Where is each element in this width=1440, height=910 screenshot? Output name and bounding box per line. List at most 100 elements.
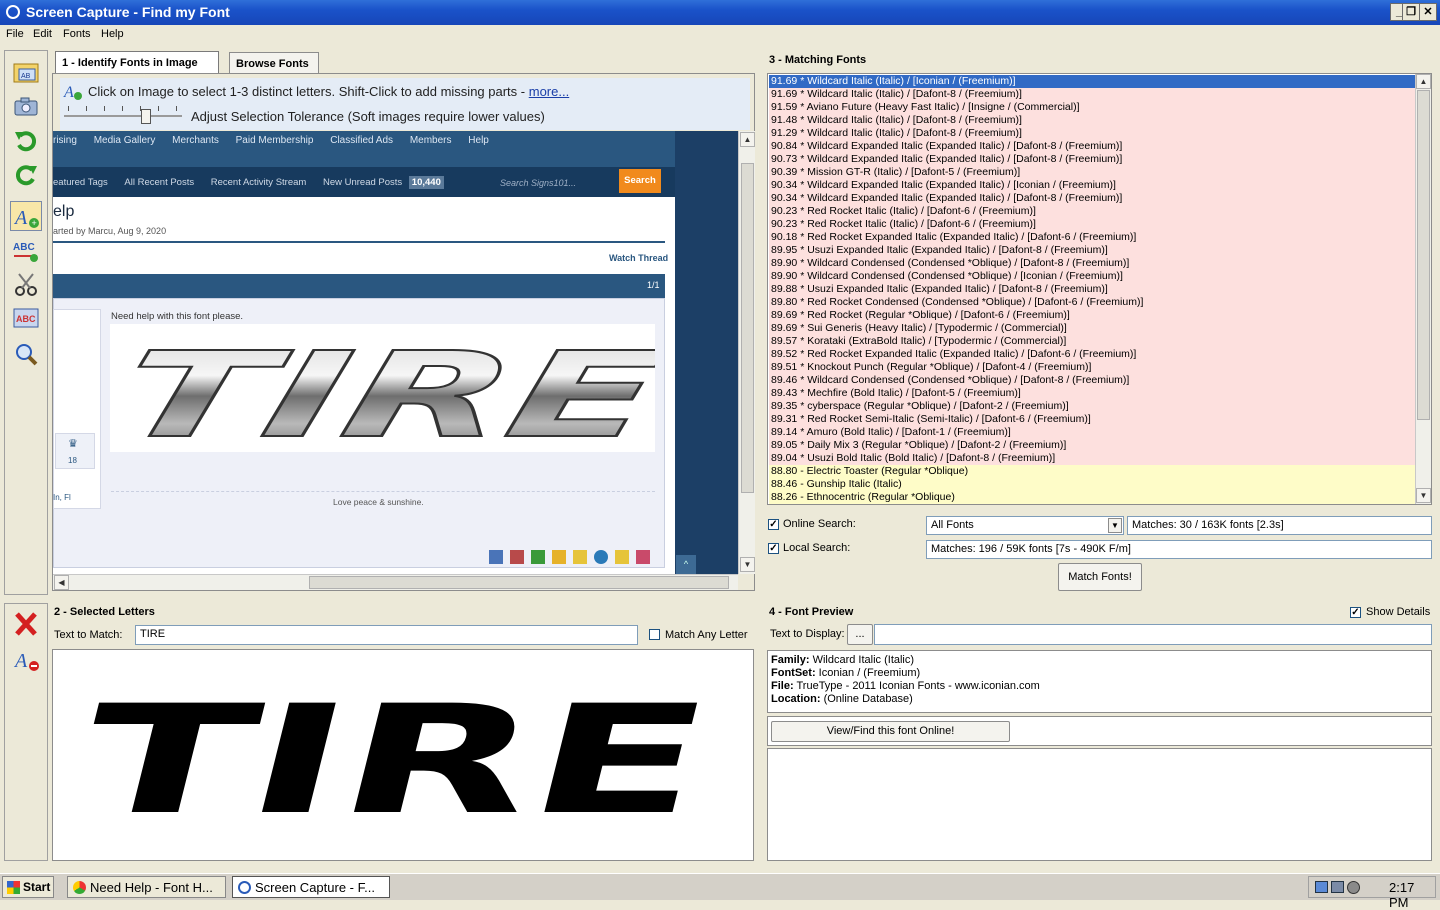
font-match-row[interactable]: 91.59 * Aviano Future (Heavy Fast Italic… bbox=[769, 101, 1415, 114]
font-match-row[interactable]: 90.18 * Red Rocket Expanded Italic (Expa… bbox=[769, 231, 1415, 244]
open-image-icon[interactable]: AB bbox=[10, 57, 42, 87]
font-match-row[interactable]: 89.90 * Wildcard Condensed (Condensed *O… bbox=[769, 257, 1415, 270]
zoom-icon[interactable] bbox=[10, 339, 42, 369]
more-link[interactable]: more... bbox=[529, 84, 569, 99]
delete-icon[interactable] bbox=[10, 609, 42, 639]
text-to-display-ellipsis-button[interactable]: ... bbox=[847, 624, 873, 645]
font-match-row[interactable]: 89.69 * Red Rocket (Regular *Oblique) / … bbox=[769, 309, 1415, 322]
font-match-row[interactable]: 89.46 * Wildcard Condensed (Condensed *O… bbox=[769, 374, 1415, 387]
captured-watch-thread: Watch Thread bbox=[609, 253, 669, 263]
tab-browse-fonts[interactable]: Browse Fonts bbox=[229, 52, 319, 74]
font-match-row[interactable]: 90.34 * Wildcard Expanded Italic (Expand… bbox=[769, 179, 1415, 192]
camera-icon[interactable] bbox=[10, 91, 42, 121]
match-any-letter-checkbox[interactable] bbox=[649, 629, 660, 640]
font-match-row[interactable]: 89.05 * Daily Mix 3 (Regular *Oblique) /… bbox=[769, 439, 1415, 452]
restore-button[interactable]: ❐ bbox=[1402, 3, 1420, 21]
captured-subnav-item: New Unread Posts bbox=[322, 177, 403, 188]
slider-thumb[interactable] bbox=[141, 109, 151, 124]
font-match-row[interactable]: 89.51 * Knockout Punch (Regular *Oblique… bbox=[769, 361, 1415, 374]
font-match-row[interactable]: 89.90 * Wildcard Condensed (Condensed *O… bbox=[769, 270, 1415, 283]
image-horizontal-scrollbar[interactable]: ◀ bbox=[53, 574, 738, 590]
font-match-row[interactable]: 89.04 * Usuzi Bold Italic (Bold Italic) … bbox=[769, 452, 1415, 465]
font-match-row[interactable]: 91.48 * Wildcard Italic (Italic) / [Dafo… bbox=[769, 114, 1415, 127]
show-details-checkbox[interactable]: ✓ bbox=[1350, 607, 1361, 618]
captured-image[interactable]: rising Media Gallery Merchants Paid Memb… bbox=[53, 131, 738, 574]
settings-icon[interactable] bbox=[1347, 881, 1360, 894]
font-match-row[interactable]: 88.46 - Gunship Italic (Italic) bbox=[769, 478, 1415, 491]
font-match-row[interactable]: 89.80 * Red Rocket Condensed (Condensed … bbox=[769, 296, 1415, 309]
captured-nav-item: rising bbox=[53, 135, 77, 146]
tab-identify-fonts[interactable]: 1 - Identify Fonts in Image bbox=[55, 51, 219, 73]
undo-icon[interactable] bbox=[10, 125, 42, 155]
instructions-bar: A Click on Image to select 1-3 distinct … bbox=[60, 78, 750, 130]
font-match-row[interactable]: 89.95 * Usuzi Expanded Italic (Expanded … bbox=[769, 244, 1415, 257]
text-to-display-input[interactable] bbox=[874, 624, 1432, 645]
text-to-match-input[interactable]: TIRE bbox=[135, 625, 638, 645]
selected-letters-preview[interactable]: TIRE bbox=[52, 649, 754, 861]
scroll-up-arrow[interactable]: ▲ bbox=[740, 132, 755, 147]
font-match-row[interactable]: 90.39 * Mission GT-R (Italic) / [Dafont-… bbox=[769, 166, 1415, 179]
font-match-row[interactable]: 90.23 * Red Rocket Italic (Italic) / [Da… bbox=[769, 205, 1415, 218]
font-match-row[interactable]: 89.57 * Korataki (ExtraBold Italic) / [T… bbox=[769, 335, 1415, 348]
font-match-row[interactable]: 91.29 * Wildcard Italic (Italic) / [Dafo… bbox=[769, 127, 1415, 140]
menu-edit[interactable]: Edit bbox=[33, 28, 52, 40]
font-match-row[interactable]: 90.73 * Wildcard Expanded Italic (Expand… bbox=[769, 153, 1415, 166]
abc-image-icon[interactable]: ABC bbox=[10, 303, 42, 333]
font-match-row[interactable]: 89.88 * Usuzi Expanded Italic (Expanded … bbox=[769, 283, 1415, 296]
font-match-row[interactable]: 90.84 * Wildcard Expanded Italic (Expand… bbox=[769, 140, 1415, 153]
start-button[interactable]: Start bbox=[2, 876, 54, 898]
match-fonts-button[interactable]: Match Fonts! bbox=[1058, 563, 1142, 591]
captured-unread-badge: 10,440 bbox=[408, 176, 444, 189]
windows-logo-icon bbox=[7, 881, 20, 894]
font-match-row[interactable]: 89.69 * Sui Generis (Heavy Italic) / [Ty… bbox=[769, 322, 1415, 335]
font-match-row[interactable]: 90.34 * Wildcard Expanded Italic (Expand… bbox=[769, 192, 1415, 205]
font-match-row[interactable]: 88.26 - Ethnocentric (Regular *Oblique) bbox=[769, 491, 1415, 504]
menu-fonts[interactable]: Fonts bbox=[63, 28, 91, 40]
task-need-help[interactable]: Need Help - Font H... bbox=[67, 876, 226, 898]
remove-letter-icon[interactable]: A bbox=[10, 644, 42, 674]
tolerance-slider[interactable] bbox=[64, 106, 184, 126]
display-icon[interactable] bbox=[1331, 881, 1344, 893]
matching-fonts-list[interactable]: 91.69 * Wildcard Italic (Italic) / [Icon… bbox=[767, 73, 1432, 505]
view-find-online-button[interactable]: View/Find this font Online! bbox=[771, 721, 1010, 742]
magnifier-icon bbox=[6, 5, 20, 19]
select-letters-icon[interactable]: A + bbox=[10, 201, 42, 231]
scroll-left-arrow[interactable]: ◀ bbox=[54, 575, 69, 590]
font-match-row[interactable]: 89.35 * cyberspace (Regular *Oblique) / … bbox=[769, 400, 1415, 413]
image-vertical-scrollbar[interactable]: ▲ ▼ bbox=[738, 131, 755, 574]
redo-icon[interactable] bbox=[10, 159, 42, 189]
font-match-row[interactable]: 89.43 * Mechfire (Bold Italic) / [Dafont… bbox=[769, 387, 1415, 400]
scissors-icon[interactable] bbox=[10, 269, 42, 299]
local-search-checkbox[interactable]: ✓ bbox=[768, 543, 779, 554]
online-search-checkbox[interactable]: ✓ bbox=[768, 519, 779, 530]
font-match-row[interactable]: 88.80 - Electric Toaster (Regular *Obliq… bbox=[769, 465, 1415, 478]
matches-scrollbar[interactable]: ▲ ▼ bbox=[1415, 74, 1431, 504]
online-search-dropdown[interactable]: All Fonts ▼ bbox=[926, 516, 1124, 535]
menu-file[interactable]: File bbox=[6, 28, 24, 40]
chevron-down-icon[interactable]: ▼ bbox=[1108, 518, 1122, 533]
scroll-down-arrow[interactable]: ▼ bbox=[740, 557, 755, 572]
font-match-row[interactable]: 91.69 * Wildcard Italic (Italic) / [Dafo… bbox=[769, 88, 1415, 101]
captured-sample-word: TIRE bbox=[110, 328, 655, 452]
title-bar[interactable]: Screen Capture - Find my Font _ ❐ ✕ bbox=[0, 0, 1440, 25]
network-icon[interactable] bbox=[1315, 881, 1328, 893]
captured-subnav-item: Recent Activity Stream bbox=[210, 177, 307, 188]
font-match-row[interactable]: 89.14 * Amuro (Bold Italic) / [Dafont-1 … bbox=[769, 426, 1415, 439]
font-match-row[interactable]: 91.69 * Wildcard Italic (Italic) / [Icon… bbox=[769, 75, 1415, 88]
abc-add-icon[interactable]: ABC bbox=[10, 235, 42, 265]
file-value: TrueType - 2011 Iconian Fonts - www.icon… bbox=[796, 680, 1040, 692]
close-button[interactable]: ✕ bbox=[1419, 3, 1437, 21]
scroll-thumb[interactable] bbox=[1417, 90, 1430, 420]
font-match-row[interactable]: 90.23 * Red Rocket Italic (Italic) / [Da… bbox=[769, 218, 1415, 231]
font-match-row[interactable]: 89.31 * Red Rocket Semi-Italic (Semi-Ita… bbox=[769, 413, 1415, 426]
scroll-thumb[interactable] bbox=[309, 576, 729, 589]
matching-fonts-title: 3 - Matching Fonts bbox=[769, 54, 867, 66]
scroll-up-arrow[interactable]: ▲ bbox=[1416, 74, 1431, 89]
scroll-thumb[interactable] bbox=[741, 163, 754, 493]
captured-page-number: 1/1 bbox=[647, 280, 660, 290]
font-match-row[interactable]: 89.52 * Red Rocket Expanded Italic (Expa… bbox=[769, 348, 1415, 361]
task-screen-capture[interactable]: Screen Capture - F... bbox=[232, 876, 390, 898]
font-preview-area bbox=[767, 748, 1432, 861]
scroll-down-arrow[interactable]: ▼ bbox=[1416, 488, 1431, 503]
menu-help[interactable]: Help bbox=[101, 28, 124, 40]
